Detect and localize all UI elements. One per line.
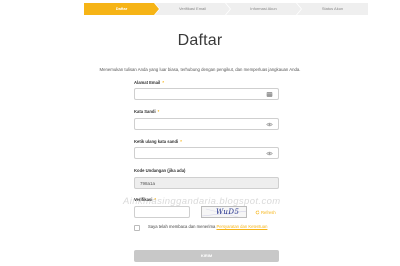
step-email-verification: Verifikasi Email: [155, 3, 230, 15]
captcha-image: WuD5: [201, 206, 247, 218]
step-register: Daftar: [84, 3, 159, 15]
password-label-text: Kata Sandi: [134, 109, 156, 114]
eye-icon[interactable]: [266, 121, 273, 128]
step-account-info: Informasi Akun: [226, 3, 301, 15]
agree-text-main: Saya telah membaca dan menerima: [148, 224, 217, 229]
password-confirm-label-text: Ketik ulang kata sandi: [134, 139, 179, 144]
email-label: Alamat Email *: [134, 80, 164, 85]
agree-text: Saya telah membaca dan menerima Persyara…: [148, 224, 298, 230]
verification-label: Verifikasi *: [134, 197, 156, 202]
page-subtitle: Menemukan tulisan Anda yang luar biasa, …: [99, 67, 301, 72]
step-account-status: Status Akun: [297, 3, 368, 15]
submit-button[interactable]: KIRIM: [134, 250, 279, 262]
refresh-icon: [255, 210, 260, 215]
card-icon: [266, 92, 273, 97]
captcha-text: WuD5: [216, 208, 240, 216]
password-confirm-field[interactable]: [134, 147, 279, 159]
required-mark: *: [154, 197, 157, 202]
eye-icon[interactable]: [266, 150, 273, 157]
refresh-label: Refresh: [261, 210, 276, 215]
verification-label-text: Verifikasi: [134, 197, 153, 202]
required-mark: *: [157, 109, 160, 114]
required-mark: *: [180, 139, 182, 144]
agree-checkbox[interactable]: [134, 225, 140, 231]
email-label-text: Alamat Email: [134, 80, 161, 85]
password-label: Kata Sandi *: [134, 109, 159, 114]
progress-stepper: Daftar Verifikasi Email Informasi Akun S…: [84, 3, 368, 15]
refresh-button[interactable]: Refresh: [255, 210, 276, 215]
required-mark: *: [162, 80, 164, 85]
invite-code-label: Kode Undangan (jika ada): [134, 168, 186, 173]
invite-code-value: 798a1a: [140, 181, 156, 186]
invite-code-field[interactable]: 798a1a: [134, 177, 279, 189]
page-title: Daftar: [177, 32, 223, 49]
email-field[interactable]: [134, 88, 279, 100]
captcha-input[interactable]: [134, 206, 190, 218]
password-confirm-label: Ketik ulang kata sandi *: [134, 139, 182, 144]
password-field[interactable]: [134, 118, 279, 130]
terms-link[interactable]: Persyaratan dan Ketentuan: [216, 224, 267, 229]
